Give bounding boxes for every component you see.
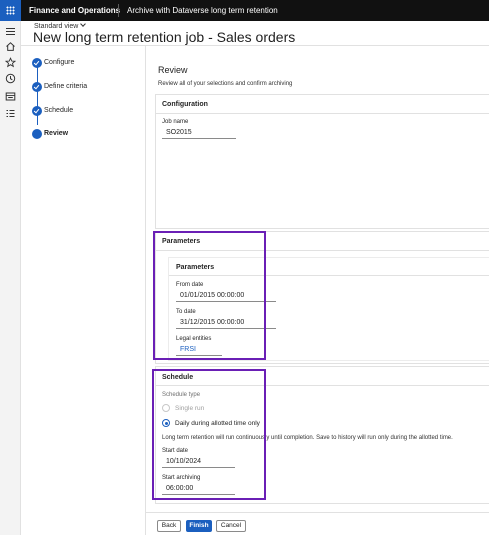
steps-connector (37, 67, 38, 125)
workspace-icon[interactable] (5, 91, 16, 102)
step-current-icon (32, 129, 42, 139)
page-breadcrumb: Archive with Dataverse long term retenti… (127, 6, 278, 15)
steps-divider (145, 46, 146, 535)
job-name-label: Job name (162, 119, 189, 125)
footer-divider (146, 512, 489, 513)
chevron-down-icon (80, 21, 87, 27)
section-divider (156, 113, 489, 114)
step-label: Configure (44, 59, 75, 66)
header-divider (21, 45, 489, 46)
step-label: Review (44, 130, 69, 137)
review-title: Review (158, 65, 188, 75)
app-name[interactable]: Finance and Operations (29, 6, 120, 15)
page-title: New long term retention job - Sales orde… (33, 29, 296, 45)
step-complete-icon (32, 82, 42, 92)
back-button[interactable]: Back (157, 520, 181, 532)
step-label: Schedule (44, 107, 74, 114)
configuration-heading: Configuration (162, 101, 208, 108)
review-subtitle: Review all of your selections and confir… (158, 81, 293, 87)
job-name-field: SO2015 (162, 128, 236, 139)
parameters-highlight-box (153, 231, 266, 360)
top-bar: Finance and Operations Archive with Data… (0, 0, 489, 21)
home-icon[interactable] (5, 41, 16, 52)
clock-icon[interactable] (5, 73, 16, 84)
hamburger-icon[interactable] (5, 26, 16, 37)
star-icon[interactable] (5, 57, 16, 68)
top-bar-divider (118, 4, 119, 17)
cancel-button[interactable]: Cancel (216, 520, 246, 532)
app-launcher-icon[interactable] (0, 0, 21, 21)
finish-button[interactable]: Finish (186, 520, 212, 532)
configuration-section: Configuration Job name SO2015 (155, 94, 489, 229)
schedule-highlight-box (152, 369, 266, 500)
list-icon[interactable] (5, 108, 16, 119)
step-complete-icon (32, 58, 42, 68)
step-complete-icon (32, 106, 42, 116)
step-label: Define criteria (44, 83, 88, 90)
navigation-rail (0, 21, 21, 535)
